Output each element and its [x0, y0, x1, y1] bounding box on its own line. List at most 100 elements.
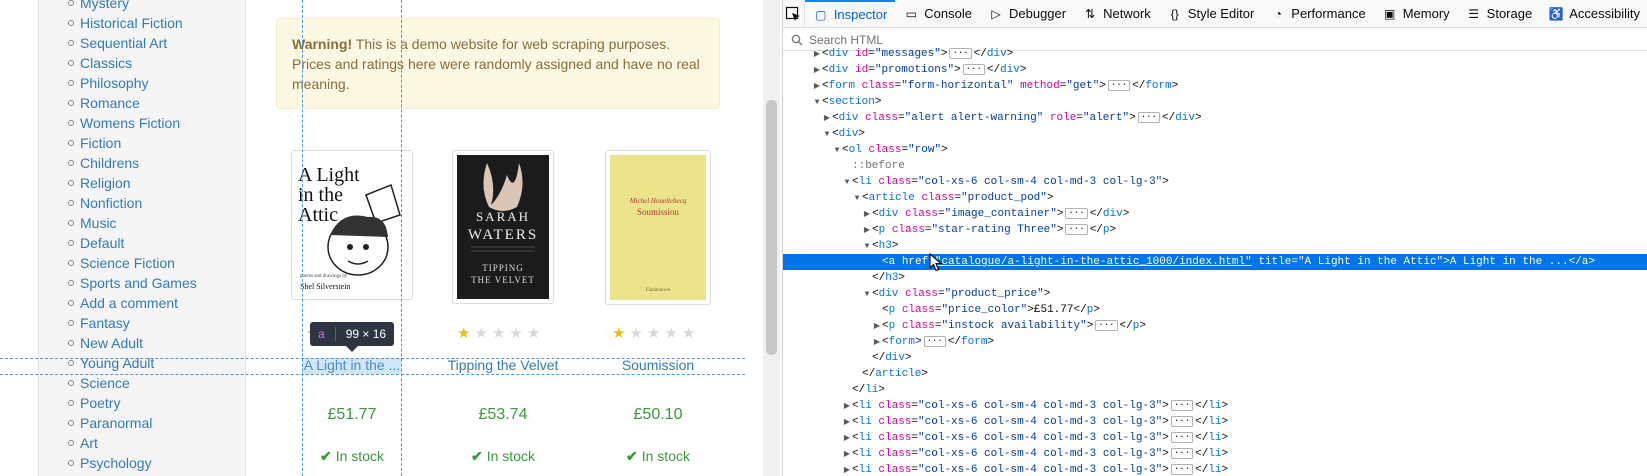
category-link[interactable]: Romance: [68, 93, 197, 113]
markup-node[interactable]: ▶ <p class="instock availability"> ··· </p>: [783, 318, 1647, 334]
category-label[interactable]: Paranormal: [80, 413, 152, 433]
category-label[interactable]: Music: [80, 213, 117, 233]
collapse-twisty-icon[interactable]: ▼: [822, 127, 832, 143]
category-link[interactable]: Historical Fiction: [68, 13, 197, 33]
category-label[interactable]: Poetry: [80, 393, 120, 413]
category-label[interactable]: Mystery: [80, 0, 129, 13]
tab-memory[interactable]: ▣ Memory: [1374, 0, 1458, 28]
collapse-twisty-icon[interactable]: ▼: [852, 191, 862, 207]
category-label[interactable]: Classics: [80, 53, 132, 73]
page-scrollbar[interactable]: [763, 0, 780, 476]
markup-node[interactable]: ▶ <form> ··· </form>: [783, 334, 1647, 350]
product-image-3[interactable]: Michel Houellebecq Soumission Flammarion: [605, 150, 711, 305]
category-label[interactable]: Fiction: [80, 133, 121, 153]
category-link[interactable]: Science: [68, 373, 197, 393]
category-link[interactable]: Sports and Games: [68, 273, 197, 293]
markup-node[interactable]: ▼ <li class="col-xs-6 col-sm-4 col-md-3 c…: [783, 174, 1647, 190]
product-image-2[interactable]: SARAH WATERS TIPPING THE VELVET: [452, 150, 554, 304]
expand-twisty-icon[interactable]: ▶: [812, 63, 822, 79]
category-link[interactable]: Childrens: [68, 153, 197, 173]
category-label[interactable]: Science: [80, 373, 130, 393]
markup-node[interactable]: ▶ <form class="form-horizontal" method="g…: [783, 78, 1647, 94]
tab-debugger[interactable]: ▷ Debugger: [980, 0, 1074, 28]
category-link[interactable]: Music: [68, 213, 197, 233]
category-label[interactable]: Young Adult: [80, 353, 154, 373]
product-image-1[interactable]: A Light in the Attic poems and drawings …: [291, 150, 413, 300]
markup-node[interactable]: ▶ <li class="col-xs-6 col-sm-4 col-md-3 c…: [783, 462, 1647, 476]
markup-node[interactable]: ▶ <li class="col-xs-6 col-sm-4 col-md-3 c…: [783, 414, 1647, 430]
markup-node[interactable]: </li>: [783, 382, 1647, 398]
product-title-link[interactable]: Soumission: [622, 357, 694, 373]
category-label[interactable]: Add a comment: [80, 293, 178, 313]
expand-twisty-icon[interactable]: ▶: [842, 431, 852, 447]
category-label[interactable]: Default: [80, 233, 124, 253]
expand-twisty-icon[interactable]: ▶: [842, 447, 852, 463]
expand-twisty-icon[interactable]: ▶: [812, 79, 822, 95]
tab-network[interactable]: ⇅ Network: [1074, 0, 1159, 28]
markup-node[interactable]: </article>: [783, 366, 1647, 382]
markup-node[interactable]: ▼ <div class="product_price">: [783, 286, 1647, 302]
collapse-twisty-icon[interactable]: ▼: [862, 287, 872, 303]
category-link[interactable]: Young Adult: [68, 353, 197, 373]
category-label[interactable]: Sequential Art: [80, 33, 167, 53]
markup-node[interactable]: ▶ <li class="col-xs-6 col-sm-4 col-md-3 c…: [783, 398, 1647, 414]
category-label[interactable]: Sports and Games: [80, 273, 197, 293]
markup-node[interactable]: ▶ <div class="alert alert-warning" role="…: [783, 110, 1647, 126]
markup-node[interactable]: ▶ <div id="messages"> ··· </div>: [783, 46, 1647, 62]
category-label[interactable]: Nonfiction: [80, 193, 142, 213]
category-link[interactable]: Fiction: [68, 133, 197, 153]
markup-node[interactable]: ▼ <section>: [783, 94, 1647, 110]
category-link[interactable]: Nonfiction: [68, 193, 197, 213]
category-link[interactable]: New Adult: [68, 333, 197, 353]
markup-node[interactable]: </div>: [783, 350, 1647, 366]
markup-node[interactable]: </h3>: [783, 270, 1647, 286]
expand-twisty-icon[interactable]: ▶: [872, 335, 882, 351]
html-search-input[interactable]: [809, 32, 1209, 47]
category-link[interactable]: Womens Fiction: [68, 113, 197, 133]
markup-node[interactable]: ▼ <h3>: [783, 238, 1647, 254]
category-link[interactable]: Paranormal: [68, 413, 197, 433]
category-label[interactable]: Science Fiction: [80, 253, 175, 273]
category-label[interactable]: Historical Fiction: [80, 13, 183, 33]
page-scroll-thumb[interactable]: [766, 100, 777, 355]
tab-console[interactable]: ▭ Console: [895, 0, 980, 28]
tab-performance[interactable]: ◔ Performance: [1262, 0, 1373, 28]
collapse-twisty-icon[interactable]: ▼: [832, 143, 842, 159]
collapse-twisty-icon[interactable]: ▼: [842, 175, 852, 191]
markup-node[interactable]: ▼ <ol class="row">: [783, 142, 1647, 158]
markup-node[interactable]: ▶ <li class="col-xs-6 col-sm-4 col-md-3 c…: [783, 430, 1647, 446]
category-link[interactable]: Mystery: [68, 0, 197, 13]
category-link[interactable]: Classics: [68, 53, 197, 73]
category-link[interactable]: Poetry: [68, 393, 197, 413]
markup-node[interactable]: ▶ <div class="image_container"> ··· </div>: [783, 206, 1647, 222]
collapse-twisty-icon[interactable]: ▼: [812, 95, 822, 111]
markup-node[interactable]: ▼ <article class="product_pod">: [783, 190, 1647, 206]
category-label[interactable]: Religion: [80, 173, 131, 193]
expand-twisty-icon[interactable]: ▶: [812, 47, 822, 63]
category-link[interactable]: Science Fiction: [68, 253, 197, 273]
category-label[interactable]: New Adult: [80, 333, 143, 353]
markup-node[interactable]: ▶ <div id="promotions"> ··· </div>: [783, 62, 1647, 78]
category-link[interactable]: Default: [68, 233, 197, 253]
category-link[interactable]: Fantasy: [68, 313, 197, 333]
category-link[interactable]: Art: [68, 433, 197, 453]
markup-node[interactable]: ::before: [783, 158, 1647, 174]
category-link[interactable]: Add a comment: [68, 293, 197, 313]
category-label[interactable]: Fantasy: [80, 313, 130, 333]
category-link[interactable]: Philosophy: [68, 73, 197, 93]
tab-storage[interactable]: ☰ Storage: [1458, 0, 1541, 28]
category-link[interactable]: Psychology: [68, 453, 197, 473]
markup-node[interactable]: ▶ <p class="star-rating Three"> ··· </p>: [783, 222, 1647, 238]
category-label[interactable]: Psychology: [80, 453, 152, 473]
category-label[interactable]: Art: [80, 433, 98, 453]
element-picker-button[interactable]: [783, 0, 805, 28]
markup-node[interactable]: ▶ <li class="col-xs-6 col-sm-4 col-md-3 c…: [783, 446, 1647, 462]
expand-twisty-icon[interactable]: ▶: [822, 111, 832, 127]
tab-style-editor[interactable]: {} Style Editor: [1159, 0, 1262, 28]
tab-accessibility[interactable]: ♿ Accessibility: [1540, 0, 1647, 28]
product-title-link[interactable]: Tipping the Velvet: [448, 357, 559, 373]
collapse-twisty-icon[interactable]: ▼: [862, 239, 872, 255]
markup-node[interactable]: <p class="price_color">£51.77</p>: [783, 302, 1647, 318]
tab-inspector[interactable]: ▢ Inspector: [804, 0, 896, 28]
expand-twisty-icon[interactable]: ▶: [842, 399, 852, 415]
